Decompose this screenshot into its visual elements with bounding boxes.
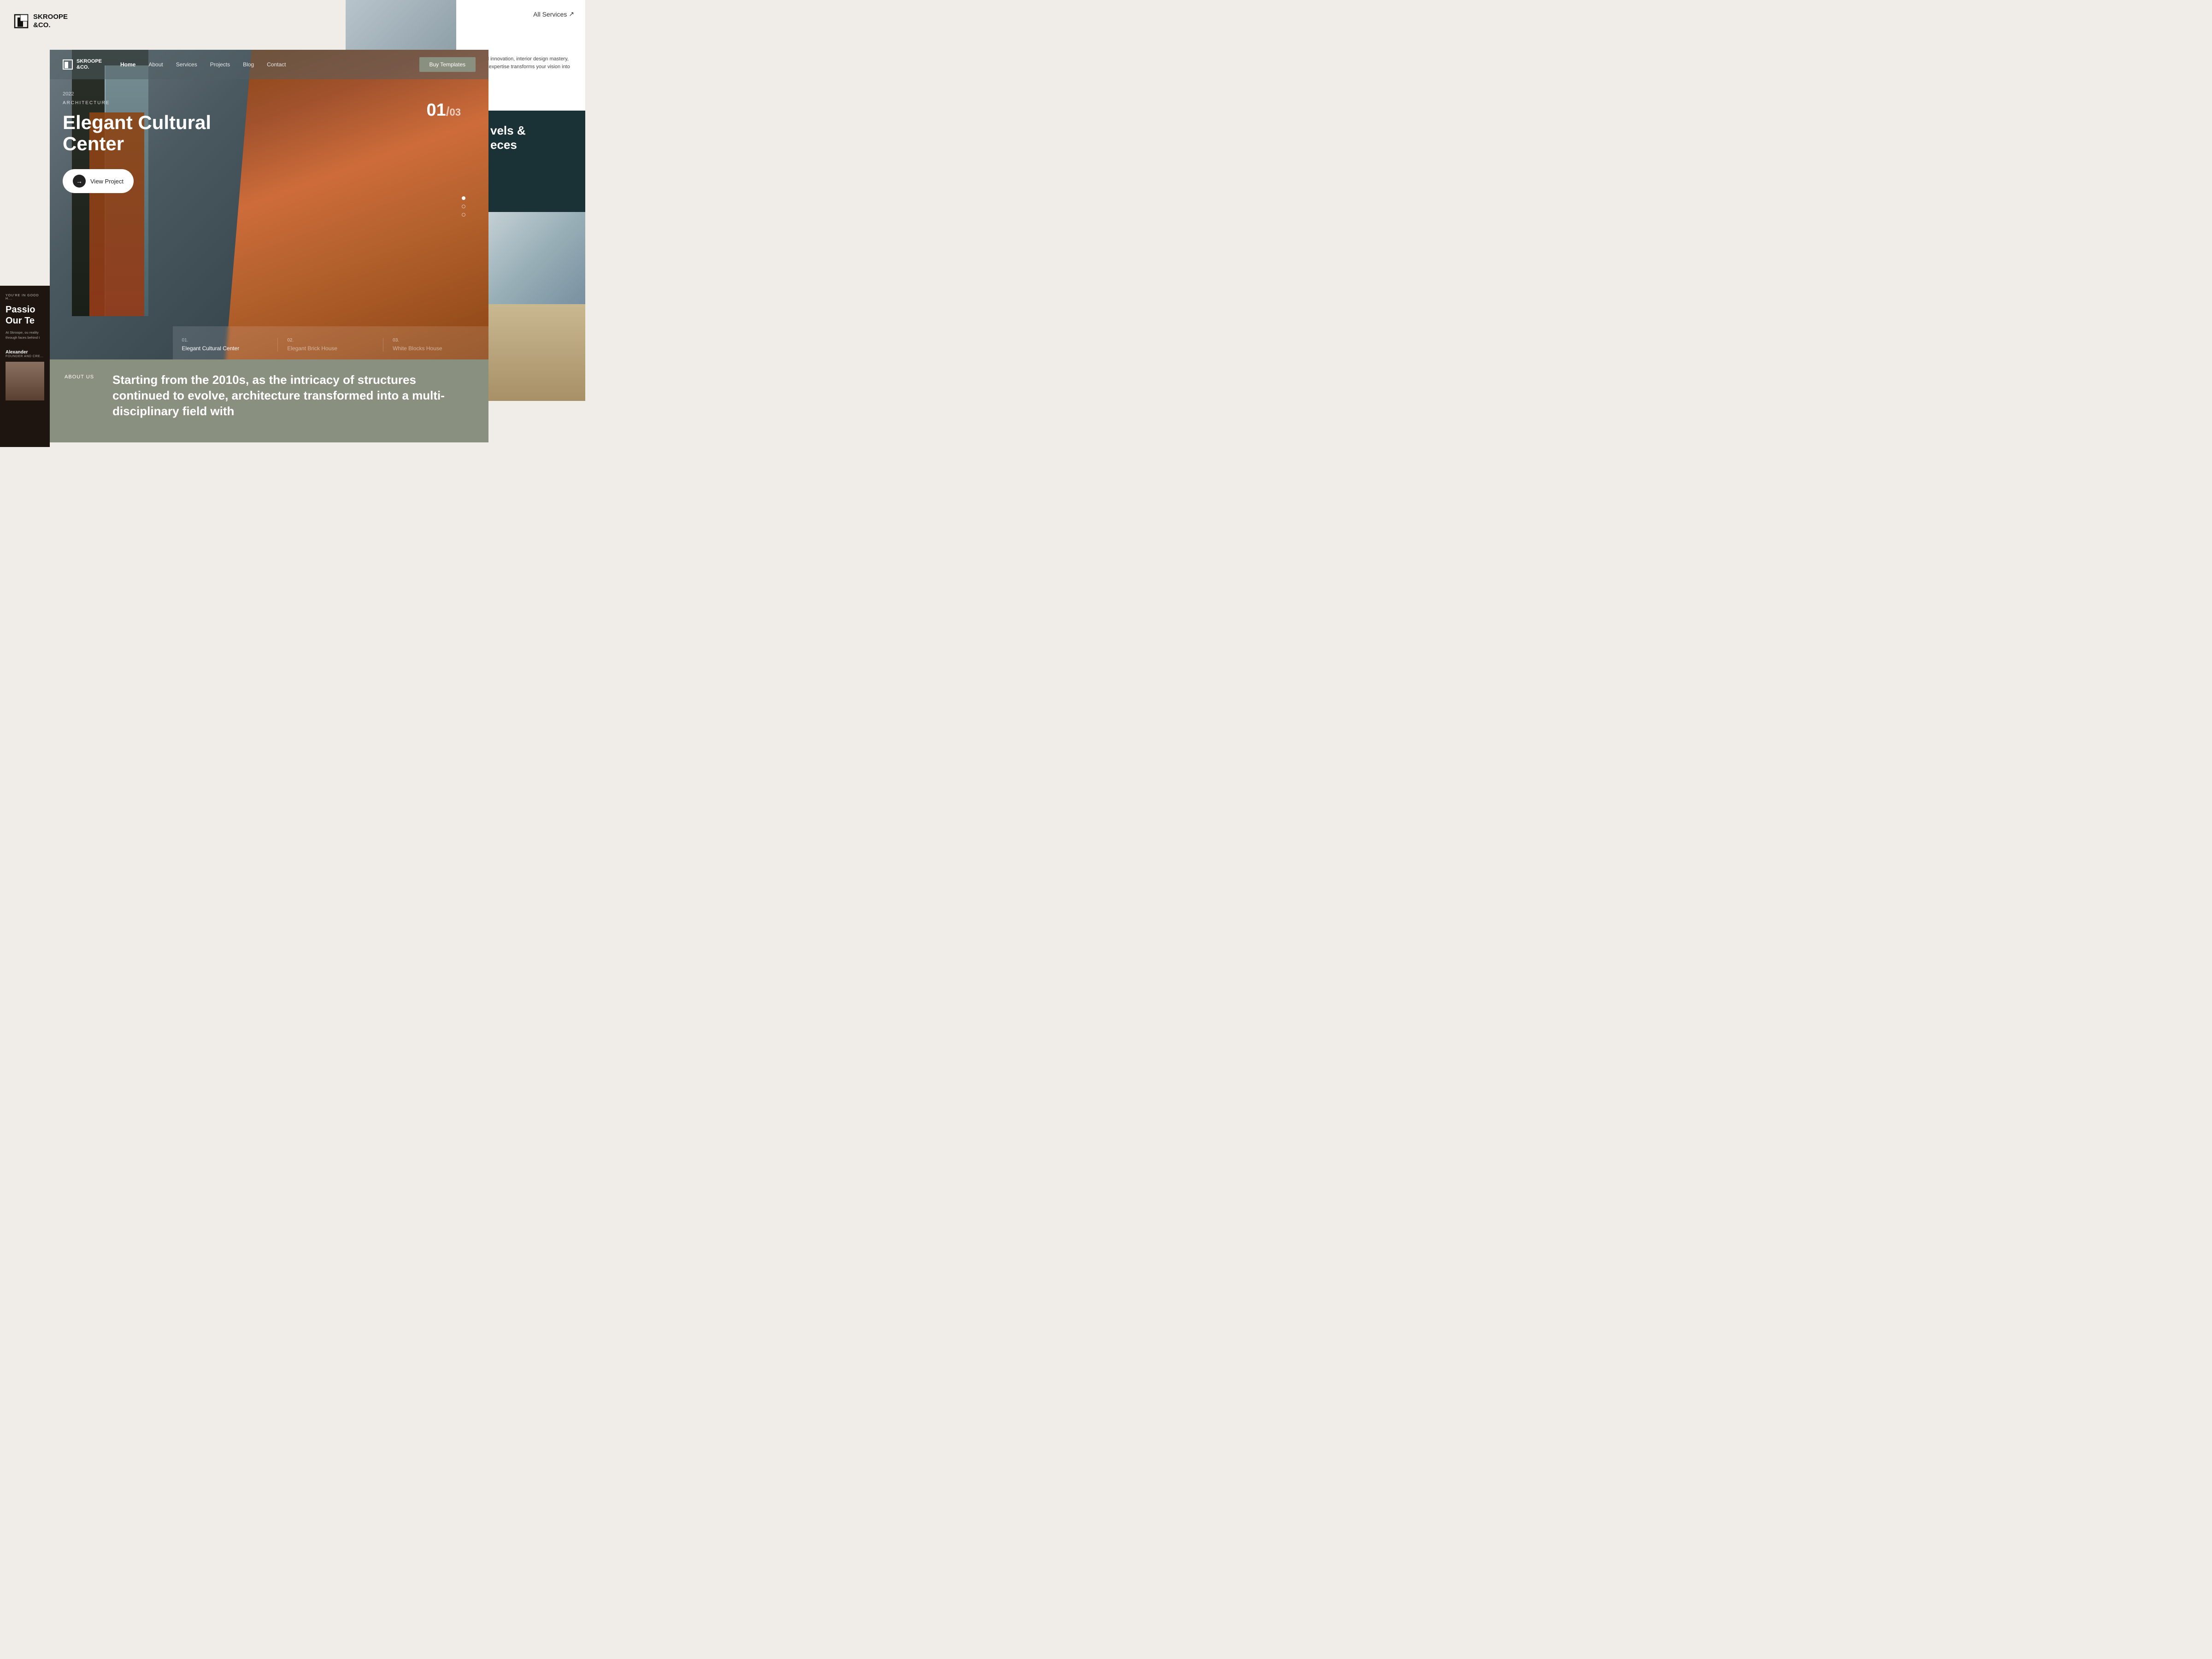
passion-title: Passio Our Te	[6, 304, 44, 326]
view-project-label: View Project	[90, 178, 124, 185]
view-project-button[interactable]: → View Project	[63, 169, 134, 193]
dot-2[interactable]	[462, 205, 465, 208]
right-text-line1: vels &	[490, 124, 526, 137]
right-panel-text: vels & eces	[490, 124, 574, 152]
left-badge: YOU'RE IN GOOD H...	[6, 294, 44, 300]
bottom-right-image	[479, 304, 585, 401]
person-title: FOUNDER AND CRE...	[6, 355, 44, 358]
project-item-2[interactable]: 02. Elegant Brick House	[277, 338, 383, 352]
dot-1[interactable]	[462, 196, 465, 200]
project-name-2: Elegant Brick House	[287, 345, 374, 352]
project-name-3: White Blocks House	[393, 345, 479, 352]
arrow-icon: →	[73, 175, 86, 188]
library-image	[479, 304, 585, 401]
hero-year: 2022	[63, 91, 229, 97]
project-num-1: 01.	[182, 338, 269, 343]
all-services-label: All Services	[533, 11, 567, 18]
slide-total: 03	[450, 106, 461, 118]
slide-separator: /	[446, 104, 450, 118]
right-arch-image	[479, 212, 585, 304]
hero-building-right	[225, 50, 488, 363]
arch-image	[346, 0, 456, 51]
person-avatar	[6, 362, 44, 400]
project-name-1: Elegant Cultural Center	[182, 345, 269, 352]
right-text-line2: eces	[490, 138, 517, 152]
all-services-link[interactable]: All Services ↗	[533, 10, 574, 18]
nav-contact[interactable]: Contact	[267, 61, 286, 68]
brand-name: SKROOPE &CO.	[33, 13, 68, 29]
hero-title: Elegant Cultural Center	[63, 112, 229, 154]
project-num-2: 02.	[287, 338, 374, 343]
slide-current: 01	[426, 100, 446, 120]
dot-3[interactable]	[462, 213, 465, 217]
main-card: SKROOPE &CO. Home About Services Project…	[50, 50, 488, 363]
slide-dots	[462, 196, 465, 217]
project-item-1[interactable]: 01. Elegant Cultural Center	[173, 338, 278, 352]
left-side-content: YOU'RE IN GOOD H... Passio Our Te At Skr…	[0, 286, 50, 409]
about-text: Starting from the 2010s, as the intricac…	[112, 372, 474, 419]
right-dark-panel: vels & eces	[479, 111, 585, 304]
main-navigation: SKROOPE &CO. Home About Services Project…	[50, 50, 488, 79]
nav-blog[interactable]: Blog	[243, 61, 254, 68]
project-list: 01. Elegant Cultural Center 02. Elegant …	[173, 326, 488, 363]
about-section: ABOUT US Starting from the 2010s, as the…	[50, 359, 488, 442]
right-arch-image-inner	[479, 212, 585, 304]
nav-services[interactable]: Services	[176, 61, 197, 68]
nav-about[interactable]: About	[148, 61, 163, 68]
project-num-3: 03.	[393, 338, 479, 343]
nav-logo[interactable]: SKROOPE &CO.	[63, 59, 102, 71]
left-person: Alexander FOUNDER AND CRE...	[6, 350, 44, 400]
project-item-3[interactable]: 03. White Blocks House	[383, 338, 488, 352]
logo-icon	[14, 14, 29, 29]
hero-content: 2022 ARCHITECTURE Elegant Cultural Cente…	[63, 91, 229, 193]
person-name: Alexander	[6, 350, 44, 355]
about-label: ABOUT US	[65, 374, 94, 380]
arrow-icon: ↗	[569, 10, 574, 18]
left-description: At Skroope, ou reality through faces beh…	[6, 330, 44, 341]
passion-line2: Our Te	[6, 316, 35, 326]
passion-line1: Passio	[6, 305, 35, 315]
slide-counter: 01/03	[426, 100, 461, 120]
nav-brand-name: SKROOPE &CO.	[76, 59, 102, 71]
nav-links: Home About Services Projects Blog Contac…	[120, 61, 419, 68]
buy-templates-button[interactable]: Buy Templates	[419, 57, 476, 72]
top-logo[interactable]: SKROOPE &CO.	[14, 13, 68, 29]
nav-home[interactable]: Home	[120, 61, 135, 68]
nav-projects[interactable]: Projects	[210, 61, 230, 68]
nav-logo-icon	[63, 59, 73, 70]
hero-category: ARCHITECTURE	[63, 100, 229, 106]
